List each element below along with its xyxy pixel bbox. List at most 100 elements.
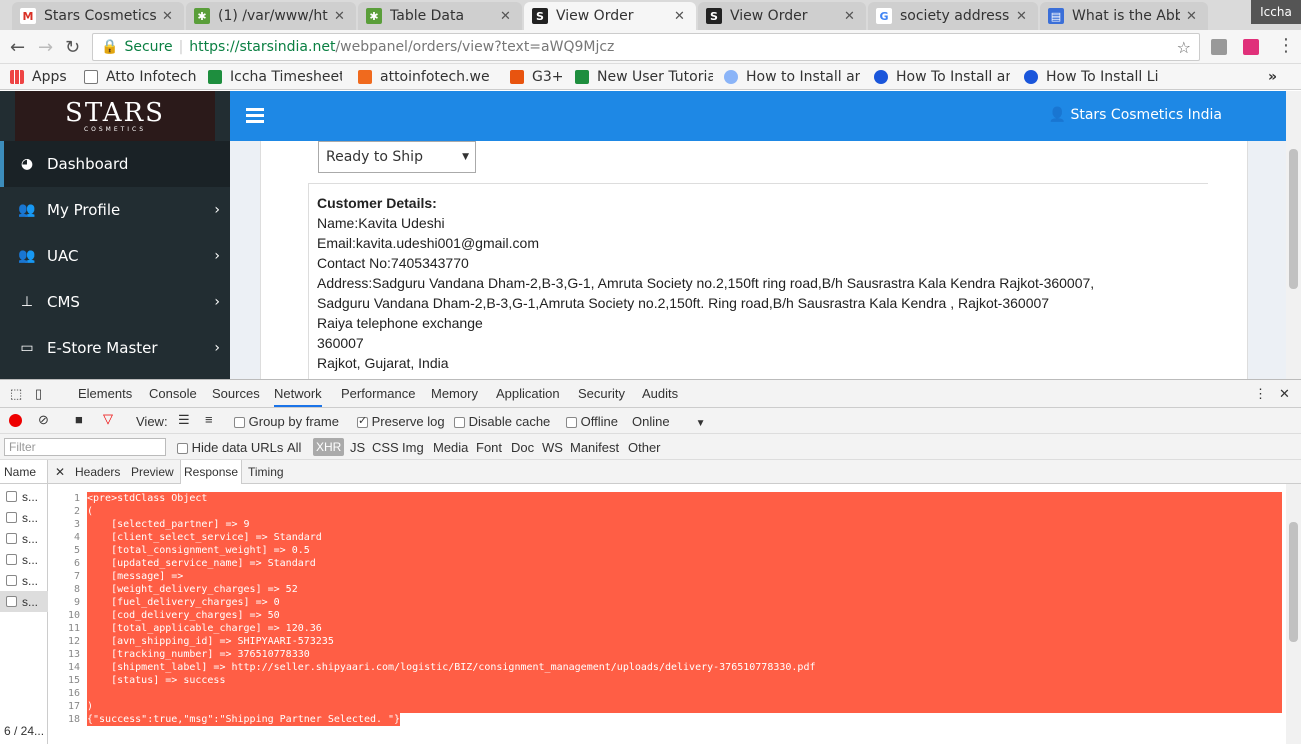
sidebar-item-dashboard[interactable]: ◕ Dashboard	[0, 141, 230, 187]
screenshot-icon[interactable]: ■	[75, 412, 83, 427]
browser-tab-active[interactable]: S View Order ✕	[524, 2, 696, 30]
offline-checkbox[interactable]: Offline	[566, 414, 618, 429]
record-icon[interactable]	[9, 414, 22, 427]
filter-ws[interactable]: WS	[542, 440, 563, 455]
tab-response[interactable]: Response	[180, 460, 243, 484]
inspect-icon[interactable]: ⬚	[10, 386, 22, 402]
waterfall-view-icon[interactable]: ≡	[205, 412, 213, 427]
browser-tab[interactable]: G society address ✕	[868, 2, 1038, 30]
group-by-frame-checkbox[interactable]: Group by frame	[234, 414, 339, 429]
forward-icon[interactable]: →	[38, 37, 53, 58]
request-row[interactable]: s...	[0, 507, 48, 528]
filter-font[interactable]: Font	[476, 440, 502, 455]
bookmark-item[interactable]: Atto Infotech	[84, 67, 202, 87]
sidebar-item-my-profile[interactable]: 👥 My Profile ›	[0, 187, 230, 233]
request-row[interactable]: s...	[0, 549, 48, 570]
tab-audits[interactable]: Audits	[642, 386, 678, 401]
filter-other[interactable]: Other	[628, 440, 661, 455]
filter-icon[interactable]: ▽	[103, 411, 113, 427]
response-code[interactable]: <pre>stdClass Object ( [selected_partner]…	[87, 492, 1282, 726]
close-icon[interactable]: ✕	[1279, 386, 1290, 402]
bookmark-item[interactable]: New User Tutoria	[575, 67, 713, 87]
camera-icon[interactable]	[1211, 39, 1227, 55]
name-column-header[interactable]: Name	[0, 460, 48, 484]
close-icon[interactable]: ✕	[55, 465, 65, 479]
tab-security[interactable]: Security	[578, 386, 625, 401]
tab-application[interactable]: Application	[496, 386, 560, 401]
logo[interactable]: STARS COSMETICS	[15, 91, 215, 141]
browser-tab[interactable]: ✱ Table Data ✕	[358, 2, 522, 30]
sidebar-item-cms[interactable]: ⊥ CMS ›	[0, 279, 230, 325]
tab-performance[interactable]: Performance	[341, 386, 415, 401]
close-icon[interactable]: ✕	[334, 9, 348, 24]
address-bar[interactable]: 🔒 Secure | https://starsindia.net/webpan…	[92, 33, 1200, 61]
request-row[interactable]: s...	[0, 486, 48, 507]
more-bookmarks-icon[interactable]: »	[1268, 67, 1277, 87]
filter-xhr[interactable]: XHR	[313, 438, 345, 456]
extension-icon[interactable]	[1243, 39, 1259, 55]
tab-sources[interactable]: Sources	[212, 386, 260, 401]
filter-css[interactable]: CSS	[372, 440, 399, 455]
disable-cache-checkbox[interactable]: Disable cache	[454, 414, 550, 429]
filter-js[interactable]: JS	[350, 440, 365, 455]
close-icon[interactable]: ✕	[674, 9, 688, 24]
browser-tab[interactable]: M Stars Cosmetics ✕	[12, 2, 184, 30]
device-toggle-icon[interactable]: ▯	[35, 386, 42, 402]
hamburger-menu-icon[interactable]	[246, 108, 264, 123]
bookmark-star-icon[interactable]: ☆	[1177, 38, 1191, 57]
menu-icon[interactable]: ⋮	[1277, 35, 1295, 56]
checkbox[interactable]	[454, 417, 465, 429]
tab-network[interactable]: Network	[274, 386, 322, 407]
request-row[interactable]: s...	[0, 570, 48, 591]
bookmark-item[interactable]: How to Install an	[724, 67, 860, 87]
hide-data-urls-checkbox[interactable]: Hide data URLs	[177, 440, 283, 455]
bookmark-item[interactable]: Iccha Timesheet	[208, 67, 342, 87]
sidebar-item-uac[interactable]: 👥 UAC ›	[0, 233, 230, 279]
bookmark-item[interactable]: attoinfotech.we	[358, 67, 494, 87]
sidebar-item-e-store-master[interactable]: ▭ E-Store Master ›	[0, 325, 230, 371]
filter-img[interactable]: Img	[402, 440, 424, 455]
close-icon[interactable]: ✕	[1016, 9, 1030, 24]
tab-elements[interactable]: Elements	[78, 386, 132, 401]
tab-console[interactable]: Console	[149, 386, 197, 401]
response-viewer[interactable]: 1 2 3 4 5 6 7 8 9 10 11 12 13 14 15 16 17 18 <pre>stdClas…	[48, 484, 1286, 744]
page-scrollbar[interactable]	[1286, 91, 1301, 379]
checkbox[interactable]	[357, 414, 368, 429]
scrollbar-thumb[interactable]	[1289, 149, 1298, 289]
response-scrollbar[interactable]	[1286, 484, 1301, 744]
bookmark-item[interactable]: How To Install an	[874, 67, 1010, 87]
reload-icon[interactable]: ↻	[65, 37, 80, 58]
bookmark-item[interactable]: G3+	[510, 67, 566, 87]
order-status-select[interactable]: Ready to Ship ▼	[318, 141, 476, 173]
back-icon[interactable]: ←	[10, 37, 25, 58]
preserve-log-checkbox[interactable]: Preserve log	[357, 414, 445, 429]
filter-manifest[interactable]: Manifest	[570, 440, 619, 455]
throttling-select[interactable]: Online ▼	[632, 414, 705, 429]
request-row[interactable]: s...	[0, 528, 48, 549]
user-menu[interactable]: 👤 Stars Cosmetics India	[1049, 107, 1222, 123]
checkbox[interactable]	[234, 417, 245, 429]
tab-preview[interactable]: Preview	[131, 465, 174, 479]
window-user-badge[interactable]: Iccha	[1251, 0, 1301, 24]
scrollbar-thumb[interactable]	[1289, 522, 1298, 642]
tab-headers[interactable]: Headers	[75, 465, 120, 479]
filter-all[interactable]: All	[287, 440, 301, 455]
list-view-icon[interactable]: ☰	[178, 412, 190, 428]
tab-timing[interactable]: Timing	[248, 465, 284, 479]
tab-memory[interactable]: Memory	[431, 386, 478, 401]
request-row-selected[interactable]: s...	[0, 591, 48, 612]
close-icon[interactable]: ✕	[844, 9, 858, 24]
bookmark-apps[interactable]: Apps	[10, 67, 80, 87]
browser-tab[interactable]: ✱ (1) /var/www/ht ✕	[186, 2, 356, 30]
checkbox[interactable]	[177, 443, 188, 455]
bookmark-item[interactable]: How To Install Li	[1024, 67, 1160, 87]
more-options-icon[interactable]: ⋮	[1254, 386, 1267, 402]
close-icon[interactable]: ✕	[162, 9, 176, 24]
checkbox[interactable]	[566, 417, 577, 429]
browser-tab[interactable]: ▤ What is the Abb ✕	[1040, 2, 1208, 30]
filter-input[interactable]: Filter	[4, 438, 166, 456]
clear-icon[interactable]: ⊘	[38, 412, 49, 428]
close-icon[interactable]: ✕	[500, 9, 514, 24]
close-icon[interactable]: ✕	[1186, 9, 1200, 24]
browser-tab[interactable]: S View Order ✕	[698, 2, 866, 30]
